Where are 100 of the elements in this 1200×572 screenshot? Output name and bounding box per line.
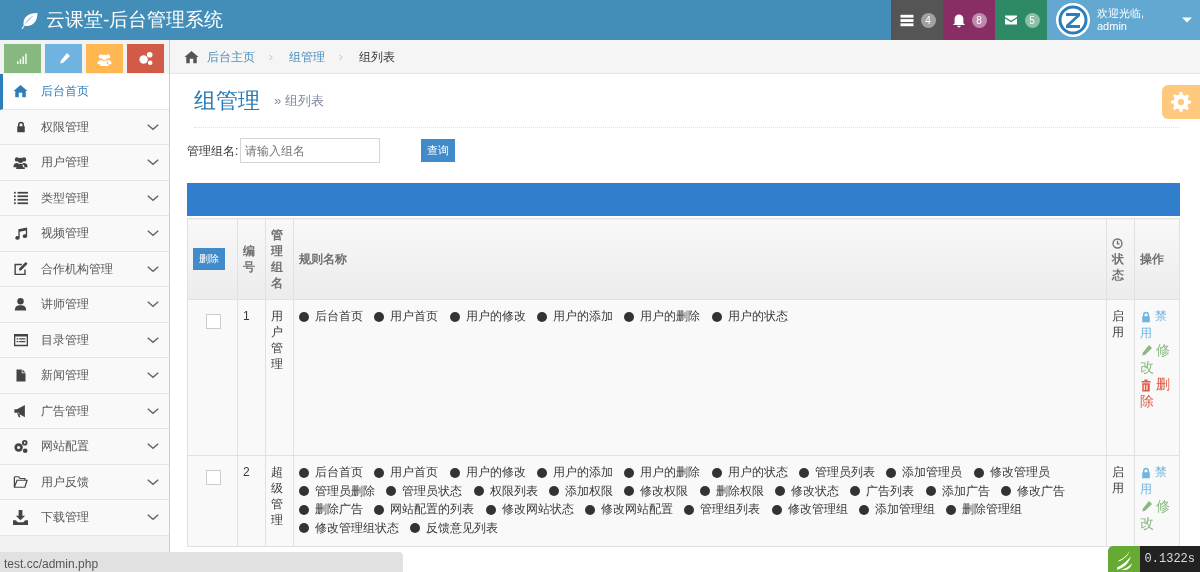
row-checkbox[interactable] bbox=[206, 314, 221, 329]
rule-name: 管理员列表 bbox=[815, 464, 876, 481]
pencil-icon bbox=[1140, 501, 1152, 514]
rule-name: 用户的状态 bbox=[727, 308, 788, 325]
search-button[interactable]: 查询 bbox=[421, 139, 456, 162]
rule-name: 用户的状态 bbox=[727, 464, 788, 481]
caret-down-icon bbox=[1182, 17, 1192, 23]
bullet-icon bbox=[850, 486, 861, 496]
rule-name: 后台首页 bbox=[315, 464, 363, 481]
sidebar-item[interactable]: 用户管理 bbox=[0, 145, 169, 181]
rule-name: 管理组列表 bbox=[700, 501, 761, 518]
rule-name: 删除管理组 bbox=[962, 501, 1023, 518]
breadcrumb-link[interactable]: 组管理 bbox=[289, 47, 325, 66]
bullet-icon bbox=[299, 523, 309, 533]
sidebar-item[interactable]: 广告管理 bbox=[0, 393, 169, 429]
sidebar-item[interactable]: 后台首页 bbox=[0, 74, 169, 110]
bullet-icon bbox=[473, 486, 484, 496]
sidebar-item[interactable]: 目录管理 bbox=[0, 322, 169, 358]
lock-icon bbox=[1140, 309, 1152, 324]
pencil-icon bbox=[1140, 345, 1152, 358]
sidebar-item[interactable]: 新闻管理 bbox=[0, 358, 169, 394]
sidebar-item[interactable]: 权限管理 bbox=[0, 109, 169, 145]
settings-button[interactable] bbox=[1162, 85, 1200, 119]
bullet-icon bbox=[537, 467, 548, 478]
bullet-icon bbox=[771, 504, 782, 515]
count-badge: 4 bbox=[920, 12, 936, 28]
trash-icon bbox=[1140, 378, 1152, 392]
delete-button[interactable]: 删除 bbox=[193, 248, 225, 270]
bullet-icon bbox=[925, 486, 936, 496]
bullet-icon bbox=[946, 504, 957, 515]
bullet-icon bbox=[711, 467, 722, 478]
user-icon bbox=[14, 297, 27, 312]
page-subtitle: » 组列表 bbox=[274, 91, 324, 110]
row-checkbox[interactable] bbox=[206, 470, 221, 485]
rule-name: 用户的删除 bbox=[640, 308, 701, 325]
welcome-text: 欢迎光临, bbox=[1097, 7, 1146, 20]
edit-icon bbox=[12, 261, 29, 277]
table-cell: 1 bbox=[243, 309, 250, 323]
table-cell-text: 用户管理 bbox=[271, 308, 284, 372]
bullet-icon bbox=[624, 311, 635, 322]
column-header: 规则名称 bbox=[299, 251, 348, 267]
group-name-field[interactable]: 请输入组名 bbox=[240, 138, 381, 163]
home-icon bbox=[184, 49, 199, 64]
rule-name: 管理员状态 bbox=[402, 482, 463, 500]
sidebar-item[interactable]: 讲师管理 bbox=[0, 287, 169, 323]
bullet-icon bbox=[299, 311, 309, 322]
sidebar-item[interactable]: 类型管理 bbox=[0, 180, 169, 216]
bullet-icon bbox=[299, 467, 309, 478]
bullet-icon bbox=[374, 311, 385, 322]
bullet-icon bbox=[624, 486, 635, 496]
rule-name: 用户的删除 bbox=[640, 464, 701, 481]
rule-name: 修改管理组 bbox=[787, 501, 848, 518]
table-cell-text: 启用 bbox=[1112, 464, 1125, 496]
rule-name: 用户的修改 bbox=[465, 464, 526, 481]
delete-link[interactable]: 删除 bbox=[1140, 376, 1174, 410]
count-badge: 5 bbox=[1024, 12, 1040, 28]
rule-name: 添加管理组 bbox=[875, 501, 936, 518]
column-header: 操作 bbox=[1140, 251, 1165, 267]
bell-icon bbox=[951, 12, 966, 28]
sidebar-item[interactable]: 网站配置 bbox=[0, 429, 169, 465]
user-menu[interactable]: 欢迎光临, admin bbox=[1047, 0, 1200, 40]
list-icon bbox=[12, 190, 29, 205]
bullet-icon bbox=[684, 504, 695, 515]
rule-name: 修改网站状态 bbox=[501, 501, 574, 518]
rule-name: 权限列表 bbox=[489, 482, 538, 500]
document-icon bbox=[14, 367, 27, 383]
bullet-icon bbox=[886, 467, 897, 478]
shortcut-button[interactable] bbox=[45, 44, 82, 73]
lock-icon bbox=[1140, 465, 1152, 480]
notification-button[interactable]: 8 bbox=[943, 0, 995, 40]
rule-name: 修改广告 bbox=[1017, 482, 1066, 500]
envelope-icon bbox=[1002, 14, 1019, 26]
column-header: 管理组名 bbox=[271, 227, 284, 291]
chevron-right-icon bbox=[269, 52, 275, 62]
sidebar-item[interactable]: 用户反馈 bbox=[0, 464, 169, 500]
bullet-icon bbox=[859, 504, 870, 515]
notification-button[interactable]: 4 bbox=[891, 0, 943, 40]
home-icon bbox=[13, 84, 28, 99]
sidebar-item[interactable]: 下载管理 bbox=[0, 500, 169, 536]
window-icon bbox=[12, 332, 29, 347]
rule-name: 修改管理员 bbox=[989, 464, 1050, 481]
bullet-icon bbox=[585, 504, 596, 515]
user-name: admin bbox=[1097, 20, 1128, 33]
rule-name: 添加权限 bbox=[565, 482, 614, 500]
shortcut-button[interactable] bbox=[4, 44, 41, 73]
shortcut-button[interactable] bbox=[86, 44, 123, 73]
rule-name: 修改网站配置 bbox=[601, 501, 674, 518]
shortcut-button[interactable] bbox=[127, 44, 164, 73]
app-title: 云课堂-后台管理系统 bbox=[46, 7, 224, 32]
sidebar-item[interactable]: 视频管理 bbox=[0, 216, 169, 252]
bullet-icon bbox=[386, 486, 397, 496]
chevron-right-icon bbox=[339, 52, 345, 62]
music-note-icon bbox=[13, 225, 28, 241]
breadcrumb-link[interactable]: 后台主页 bbox=[207, 47, 255, 66]
download-icon bbox=[13, 509, 28, 525]
rule-name: 广告列表 bbox=[866, 482, 915, 500]
rule-name: 修改管理组状态 bbox=[315, 519, 399, 537]
bullet-icon bbox=[1001, 486, 1012, 496]
sidebar-item[interactable]: 合作机构管理 bbox=[0, 251, 169, 287]
rule-name: 网站配置的列表 bbox=[390, 501, 475, 518]
